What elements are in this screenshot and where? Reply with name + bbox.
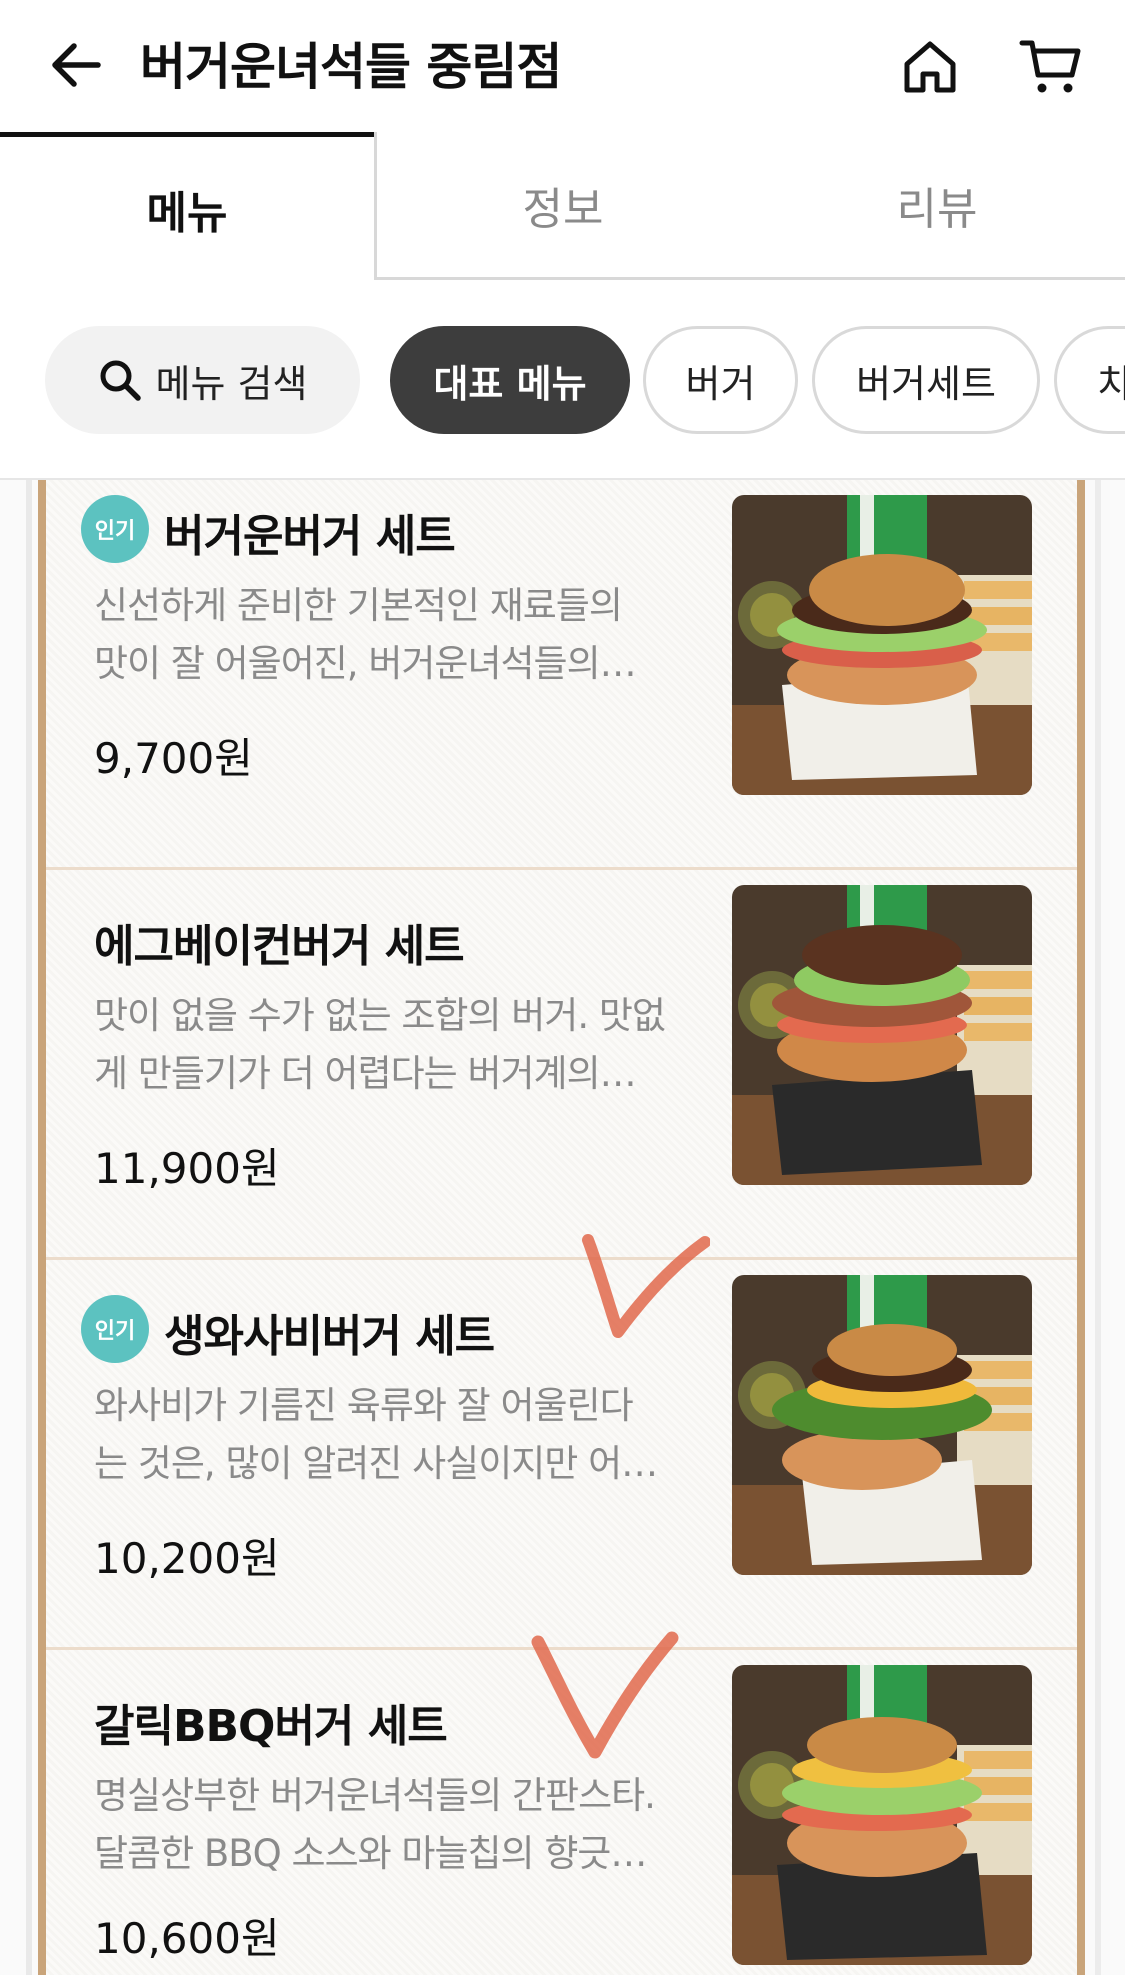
burger-set-image: [732, 885, 1032, 1185]
menu-item-description: 와사비가 기름진 육류와 잘 어울린다 는 것은, 많이 알려진 사실이지만 어…: [94, 1377, 694, 1493]
menu-category-chips: 메뉴 검색 대표 메뉴 버거 버거세트 치: [0, 326, 1125, 434]
burger-set-image: [732, 1275, 1032, 1575]
frame-edge-left: [26, 480, 32, 1975]
menu-item-price: 10,600원: [94, 1914, 280, 1963]
frame-border-left: [38, 480, 46, 1975]
tab-info[interactable]: 정보: [374, 132, 749, 280]
tab-review[interactable]: 리뷰: [749, 132, 1125, 280]
menu-item-description: 맛이 없을 수가 없는 조합의 버거. 맛없 게 만들기가 더 어렵다는 버거계…: [94, 987, 694, 1103]
frame-border-right: [1077, 480, 1085, 1975]
menu-item-photo: [732, 495, 1032, 795]
tab-menu[interactable]: 메뉴: [0, 132, 374, 280]
chip-signature-menu[interactable]: 대표 메뉴: [390, 326, 630, 434]
burger-set-image: [732, 1665, 1032, 1965]
cart-button[interactable]: [1010, 30, 1090, 104]
menu-item-price: 10,200원: [94, 1534, 280, 1583]
menu-item-description-line: 맛이 잘 어울어진, 버거운녀석들의…: [94, 642, 637, 685]
menu-item-name: 에그베이컨버거 세트: [94, 921, 465, 972]
frame-edge-right: [1095, 480, 1101, 1975]
search-icon: [100, 360, 141, 401]
menu-item-description-line: 맛이 없을 수가 없는 조합의 버거. 맛없: [94, 994, 666, 1037]
popular-badge: 인기: [81, 495, 149, 563]
arrow-left-icon: [52, 43, 101, 87]
menu-item-photo: [732, 1665, 1032, 1965]
store-tabs: 메뉴 정보 리뷰: [0, 132, 1125, 280]
menu-item-description-line: 신선하게 준비한 기본적인 재료들의: [94, 584, 623, 627]
menu-item[interactable]: 인기 생와사비버거 세트 와사비가 기름진 육류와 잘 어울린다 는 것은, 많…: [46, 1260, 1077, 1650]
menu-item[interactable]: 갈릭BBQ버거 세트 명실상부한 버거운녀석들의 간판스타. 달콤한 BBQ 소…: [46, 1650, 1077, 1975]
menu-item-price: 11,900원: [94, 1144, 280, 1193]
home-icon: [904, 41, 956, 93]
menu-item-photo: [732, 885, 1032, 1185]
menu-item-description: 명실상부한 버거운녀석들의 간판스타. 달콤한 BBQ 소스와 마늘칩의 향긋…: [94, 1767, 694, 1883]
chip-next-category[interactable]: 치: [1054, 326, 1125, 434]
menu-item-name: 생와사비버거 세트: [164, 1311, 495, 1362]
menu-list[interactable]: 인기 버거운버거 세트 신선하게 준비한 기본적인 재료들의 맛이 잘 어울어진…: [0, 478, 1125, 1975]
menu-item[interactable]: 에그베이컨버거 세트 맛이 없을 수가 없는 조합의 버거. 맛없 게 만들기가…: [46, 870, 1077, 1260]
menu-item-description: 신선하게 준비한 기본적인 재료들의 맛이 잘 어울어진, 버거운녀석들의…: [94, 577, 694, 693]
home-button[interactable]: [895, 30, 965, 104]
cart-icon: [1019, 40, 1081, 93]
app-header: 버거운녀석들 중림점: [0, 0, 1125, 135]
menu-search-label: 메뉴 검색: [155, 361, 308, 406]
menu-item-name: 갈릭BBQ버거 세트: [94, 1701, 448, 1752]
popular-badge: 인기: [81, 1295, 149, 1363]
menu-item-photo: [732, 1275, 1032, 1575]
menu-search-button[interactable]: 메뉴 검색: [45, 326, 360, 434]
chip-burger-set[interactable]: 버거세트: [812, 326, 1040, 434]
menu-item-description-line: 게 만들기가 더 어렵다는 버거계의…: [94, 1052, 637, 1095]
menu-item-description-line: 와사비가 기름진 육류와 잘 어울린다: [94, 1384, 634, 1427]
menu-item-price: 9,700원: [94, 734, 253, 783]
menu-item-name: 버거운버거 세트: [164, 511, 456, 562]
menu-item[interactable]: 인기 버거운버거 세트 신선하게 준비한 기본적인 재료들의 맛이 잘 어울어진…: [46, 480, 1077, 870]
back-button[interactable]: [40, 30, 110, 100]
menu-item-description-line: 달콤한 BBQ 소스와 마늘칩의 향긋…: [94, 1832, 647, 1875]
chip-burger[interactable]: 버거: [643, 326, 798, 434]
menu-item-description-line: 명실상부한 버거운녀석들의 간판스타.: [94, 1774, 656, 1817]
menu-item-description-line: 는 것은, 많이 알려진 사실이지만 어…: [94, 1442, 658, 1485]
burger-set-image: [732, 495, 1032, 795]
store-title: 버거운녀석들 중림점: [140, 38, 562, 96]
